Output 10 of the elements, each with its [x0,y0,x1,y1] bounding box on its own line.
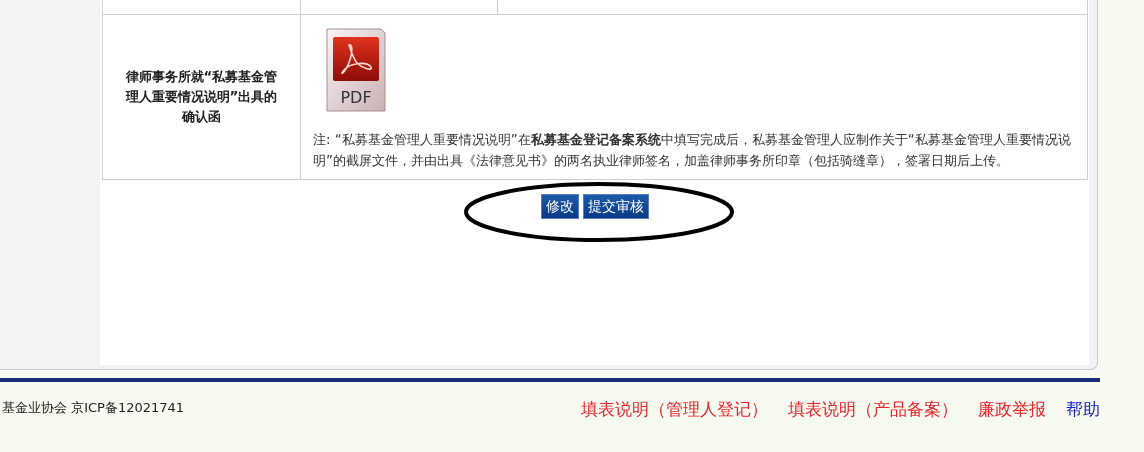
copyright-text: 基金业协会 京ICP备12021741 [1,399,185,417]
note-text: 注: “私募基金管理人重要情况说明”在私募基金登记备案系统中填写完成后，私募基金管理人应制作关于“私募基金管理人重要情况说明”的截屏文件，并由出具《法律意见书》的两名执业律师签名，加盖律师事务所印章（包括骑缝章），签署日期后上传。 [313,131,1072,170]
footer-link[interactable]: 填表说明（管理人登记） [581,398,768,421]
action-button[interactable]: 修改 [540,194,579,219]
field-label: 律师事务所就“私募基金管理人重要情况说明”出具的确认函 [124,68,279,126]
footer-link[interactable]: 帮助 [1066,398,1100,421]
footer-link[interactable]: 廉政举报 [978,398,1046,421]
footer-link[interactable]: 填表说明（产品备案） [788,398,958,421]
pdf-file-icon[interactable]: PDF [323,25,389,115]
action-button[interactable]: 提交审核 [582,194,649,219]
